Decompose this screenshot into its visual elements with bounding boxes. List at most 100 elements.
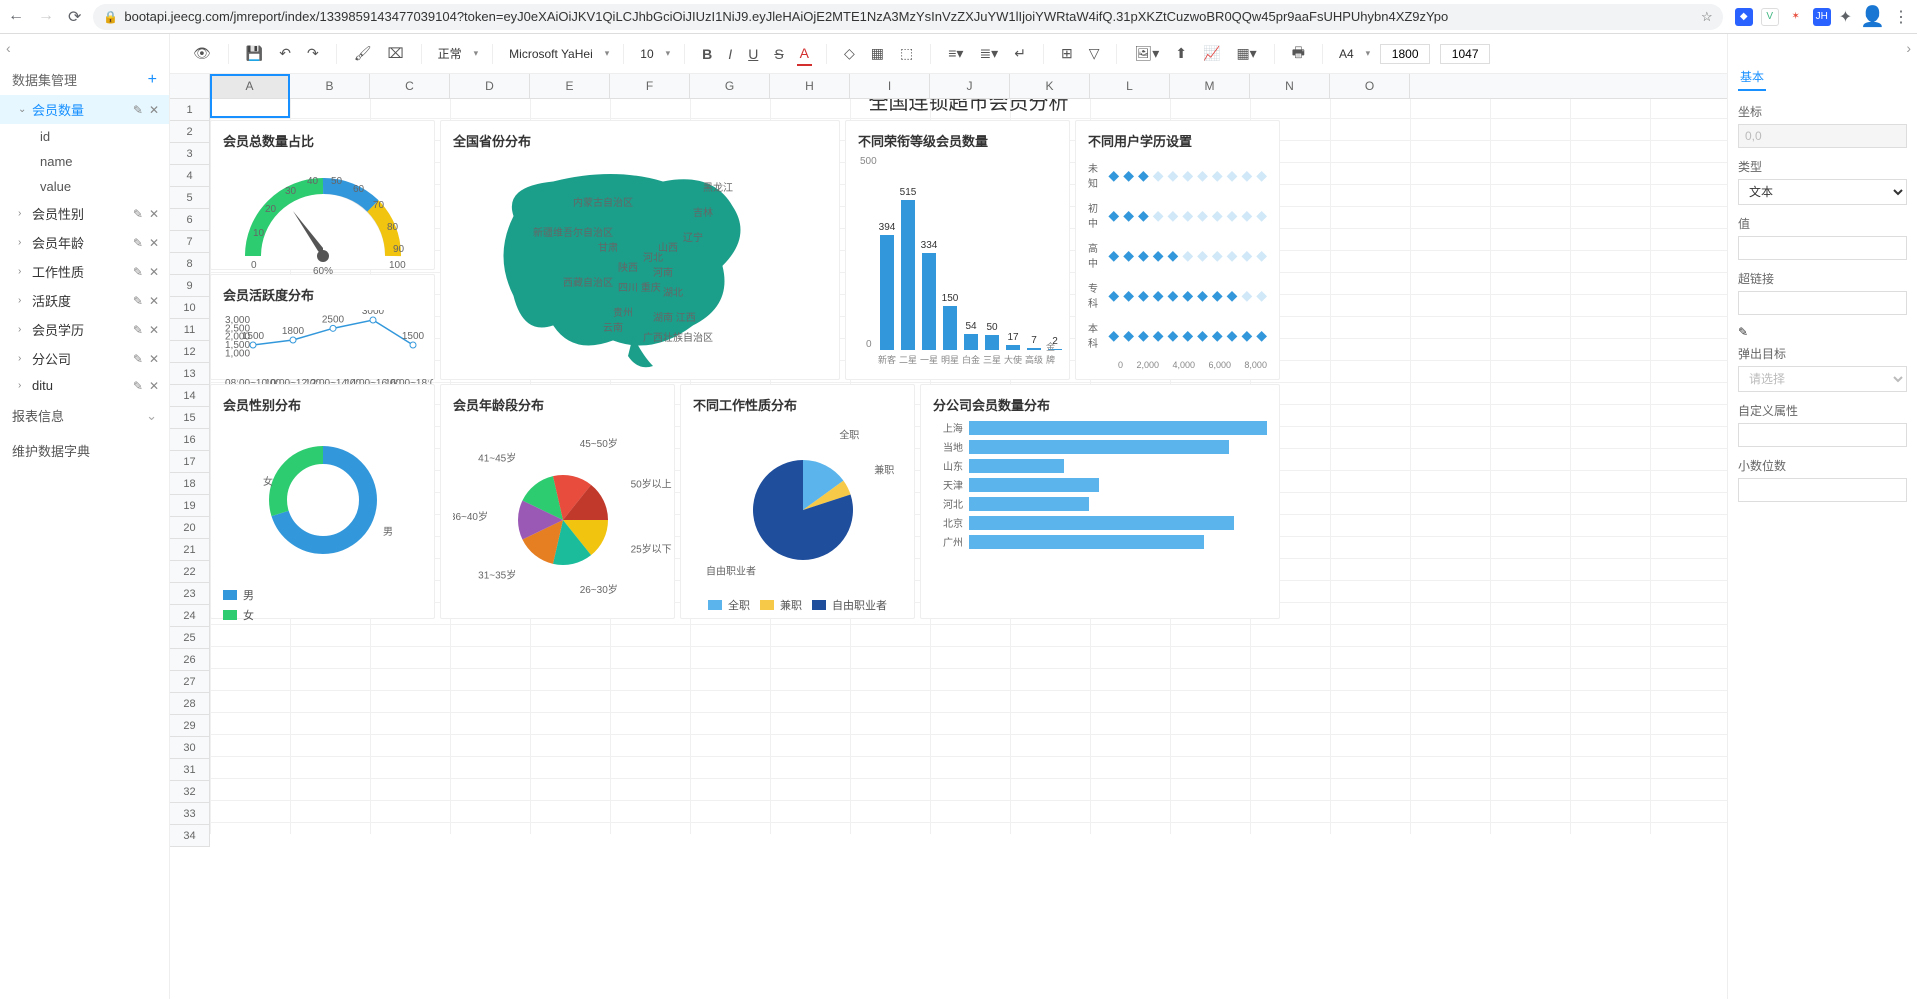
fill-color-icon[interactable]: ◇ — [841, 42, 858, 65]
value-input[interactable] — [1738, 236, 1907, 260]
row-header[interactable]: 23 — [170, 583, 210, 605]
fontsize-select[interactable]: 10 — [638, 45, 655, 63]
profile-icon[interactable]: 👤 — [1860, 4, 1885, 29]
col-header-G[interactable]: G — [690, 74, 770, 98]
col-header-N[interactable]: N — [1250, 74, 1330, 98]
row-header[interactable]: 20 — [170, 517, 210, 539]
border-icon[interactable]: ▦ — [868, 42, 887, 65]
tree-item[interactable]: ›会员学历 ✎✕ — [0, 315, 169, 344]
row-header[interactable]: 6 — [170, 209, 210, 231]
row-header[interactable]: 30 — [170, 737, 210, 759]
row-header[interactable]: 28 — [170, 693, 210, 715]
paper-select[interactable]: A4 — [1337, 45, 1356, 63]
style-select[interactable]: 正常 — [436, 43, 464, 64]
row-header[interactable]: 26 — [170, 649, 210, 671]
row-header[interactable]: 10 — [170, 297, 210, 319]
upload-icon[interactable]: ⬆ — [1172, 42, 1190, 65]
link-input[interactable] — [1738, 291, 1907, 315]
tree-child[interactable]: id — [0, 124, 169, 149]
chart-icon[interactable]: 📈 — [1200, 42, 1223, 65]
print-icon[interactable]: 🖶 — [1289, 39, 1308, 69]
col-header-C[interactable]: C — [370, 74, 450, 98]
tree-item[interactable]: ›分公司 ✎✕ — [0, 344, 169, 373]
row-header[interactable]: 9 — [170, 275, 210, 297]
card-barlvl[interactable]: 不同荣衔等级会员数量 5000 394 新客 515 二星 334 一星 150… — [845, 120, 1070, 380]
row-header[interactable]: 14 — [170, 385, 210, 407]
ext-puzzle-icon[interactable]: ✦ — [1839, 7, 1852, 27]
ext-icon-1[interactable]: ◆ — [1735, 8, 1753, 26]
ext-icon-vue[interactable]: V — [1761, 8, 1779, 26]
row-header[interactable]: 5 — [170, 187, 210, 209]
row-header[interactable]: 34 — [170, 825, 210, 847]
col-header-O[interactable]: O — [1330, 74, 1410, 98]
row-header[interactable]: 4 — [170, 165, 210, 187]
row-header[interactable]: 27 — [170, 671, 210, 693]
url-bar[interactable]: 🔒 bootapi.jeecg.com/jmreport/index/13398… — [93, 4, 1722, 30]
clear-format-icon[interactable]: ⌧ — [384, 42, 406, 65]
card-gauge[interactable]: 会员总数量占比 60% 01020 304050 607080 90100 — [210, 120, 435, 270]
row-header[interactable]: 3 — [170, 143, 210, 165]
tab-basic[interactable]: 基本 — [1738, 64, 1766, 91]
tree-child[interactable]: value — [0, 174, 169, 199]
row-header[interactable]: 13 — [170, 363, 210, 385]
delete-icon[interactable]: ✕ — [149, 103, 159, 117]
edit-icon[interactable]: ✎ — [133, 236, 143, 250]
tree-item[interactable]: ⌄会员数量 ✎✕ — [0, 95, 169, 124]
nav-forward-icon[interactable]: → — [38, 7, 54, 27]
row-header[interactable]: 25 — [170, 627, 210, 649]
dict-section[interactable]: 维护数据字典 — [0, 433, 169, 468]
decimal-input[interactable] — [1738, 478, 1907, 502]
strike-icon[interactable]: S — [771, 43, 786, 65]
row-header[interactable]: 8 — [170, 253, 210, 275]
preview-icon[interactable]: 👁 — [190, 42, 214, 65]
row-header[interactable]: 19 — [170, 495, 210, 517]
height-input[interactable] — [1440, 44, 1490, 64]
row-header[interactable]: 2 — [170, 121, 210, 143]
row-header[interactable]: 7 — [170, 231, 210, 253]
qrcode-icon[interactable]: ▦▾ — [1233, 42, 1259, 65]
card-age[interactable]: 会员年龄段分布 25岁以下26~30岁31~35岁36~40岁41~45岁45~… — [440, 384, 675, 619]
coord-input[interactable] — [1738, 124, 1907, 148]
nav-reload-icon[interactable]: ⟳ — [68, 7, 81, 27]
card-work[interactable]: 不同工作性质分布 全职兼职自由职业者 全职 兼职 自由职业者 — [680, 384, 915, 619]
italic-icon[interactable]: I — [725, 43, 735, 65]
undo-icon[interactable]: ↶ — [276, 42, 294, 65]
delete-icon[interactable]: ✕ — [149, 294, 159, 308]
row-header[interactable]: 24 — [170, 605, 210, 627]
edit-icon[interactable]: ✎ — [133, 323, 143, 337]
align-v-icon[interactable]: ≣▾ — [976, 42, 1001, 65]
row-header[interactable]: 15 — [170, 407, 210, 429]
row-header[interactable]: 29 — [170, 715, 210, 737]
sheet-area[interactable]: ABCDEFGHIJKLMNO 123456789101112131415161… — [170, 74, 1727, 999]
delete-icon[interactable]: ✕ — [149, 236, 159, 250]
row-header[interactable]: 1 — [170, 99, 210, 121]
font-select[interactable]: Microsoft YaHei — [507, 45, 595, 63]
col-header-D[interactable]: D — [450, 74, 530, 98]
menu-icon[interactable]: ⋮ — [1893, 7, 1909, 27]
ext-icon-4[interactable]: JH — [1813, 8, 1831, 26]
align-h-icon[interactable]: ≡▾ — [945, 42, 966, 65]
delete-icon[interactable]: ✕ — [149, 323, 159, 337]
wrap-icon[interactable]: ↵ — [1011, 42, 1029, 65]
star-icon[interactable]: ☆ — [1701, 9, 1713, 25]
row-header[interactable]: 18 — [170, 473, 210, 495]
col-header-E[interactable]: E — [530, 74, 610, 98]
card-dot[interactable]: 不同用户学历设置 未知◆◆◆◆◆◆◆◆◆◆◆初中◆◆◆◆◆◆◆◆◆◆◆高中◆◆◆… — [1075, 120, 1280, 380]
row-header[interactable]: 33 — [170, 803, 210, 825]
card-line[interactable]: 会员活跃度分布 1,0001,5002,0002,5003,000 1500 1… — [210, 274, 435, 380]
card-branch[interactable]: 分公司会员数量分布 上海当地山东天津河北北京广州 — [920, 384, 1280, 619]
delete-icon[interactable]: ✕ — [149, 352, 159, 366]
type-select[interactable]: 文本 — [1738, 179, 1907, 205]
tree-child[interactable]: name — [0, 149, 169, 174]
ext-icon-3[interactable]: ✶ — [1787, 8, 1805, 26]
edit-icon[interactable]: ✎ — [133, 379, 143, 393]
edit-icon[interactable]: ✎ — [133, 294, 143, 308]
card-map[interactable]: 全国省份分布 黑龙江 吉林 辽宁 内蒙古自治区 新疆维吾尔自治区 甘肃 河北 山… — [440, 120, 840, 380]
redo-icon[interactable]: ↷ — [304, 42, 322, 65]
col-header-K[interactable]: K — [1010, 74, 1090, 98]
row-header[interactable]: 11 — [170, 319, 210, 341]
bold-icon[interactable]: B — [699, 43, 715, 65]
edit-icon[interactable]: ✎ — [133, 265, 143, 279]
nav-back-icon[interactable]: ← — [8, 7, 24, 27]
col-header-F[interactable]: F — [610, 74, 690, 98]
